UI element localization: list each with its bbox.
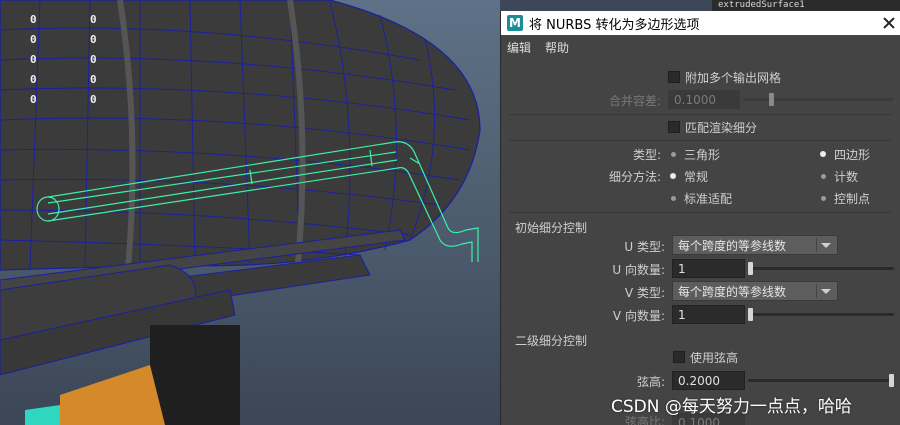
- type-option-label: 三角形: [684, 147, 721, 162]
- use-chord-height-label: 使用弦高: [690, 350, 739, 365]
- hud-stat: 0: [30, 13, 37, 26]
- attach-multiple-checkbox[interactable]: [668, 71, 680, 83]
- u-count-field[interactable]: 1: [672, 259, 745, 278]
- match-render-label: 匹配渲染细分: [685, 120, 758, 135]
- v-count-label: V 向数量:: [612, 309, 665, 323]
- u-count-label: U 向数量:: [612, 263, 665, 277]
- type-label: 类型:: [632, 148, 661, 162]
- hud-stats-column-1: 0 0 0 0 0: [30, 10, 37, 110]
- separator: [509, 114, 892, 115]
- hud-stat: 0: [90, 53, 97, 66]
- u-type-dropdown[interactable]: 每个跨度的等参线数: [672, 235, 838, 255]
- type-radio-triangle[interactable]: 三角形: [668, 145, 720, 163]
- hud-stat: 0: [90, 33, 97, 46]
- hud-stat: 0: [90, 73, 97, 86]
- nurbs-to-polygons-dialog: M 将 NURBS 转化为多边形选项 编辑 帮助 附加多个输出网格 合并容差: …: [500, 11, 900, 425]
- hud-stat: 0: [30, 93, 37, 106]
- attach-multiple-label: 附加多个输出网格: [685, 70, 782, 85]
- use-chord-height-checkbox-row[interactable]: 使用弦高: [673, 348, 738, 366]
- tess-option-label: 控制点: [834, 191, 871, 206]
- tess-option-label: 计数: [834, 169, 859, 184]
- menu-edit[interactable]: 编辑: [507, 39, 531, 56]
- tess-option-label: 常规: [684, 169, 709, 184]
- slider-thumb[interactable]: [748, 262, 753, 275]
- radio-icon[interactable]: [668, 149, 678, 159]
- separator: [509, 140, 892, 141]
- v-count-field[interactable]: 1: [672, 305, 745, 324]
- chevron-down-icon: [821, 243, 831, 248]
- tess-radio-control-points[interactable]: 控制点: [818, 189, 870, 207]
- radio-icon[interactable]: [818, 171, 828, 181]
- dialog-titlebar[interactable]: M 将 NURBS 转化为多边形选项: [501, 11, 900, 35]
- v-type-value: 每个跨度的等参线数: [678, 284, 787, 299]
- u-type-label: U 类型:: [624, 240, 665, 254]
- dialog-menubar: 编辑 帮助: [501, 35, 900, 59]
- use-chord-height-checkbox[interactable]: [673, 351, 685, 363]
- tess-radio-general[interactable]: 常规: [668, 167, 708, 185]
- slider-thumb[interactable]: [889, 374, 894, 387]
- csdn-watermark: CSDN @每天努力一点点，哈哈: [611, 397, 852, 417]
- radio-icon[interactable]: [818, 193, 828, 203]
- close-icon[interactable]: [882, 16, 896, 30]
- dialog-title: 将 NURBS 转化为多边形选项: [529, 17, 700, 33]
- v-type-dropdown[interactable]: 每个跨度的等参线数: [672, 281, 838, 301]
- initial-tessellation-section-title: 初始细分控制: [515, 221, 588, 235]
- merge-tolerance-field[interactable]: 0.1000: [668, 90, 740, 109]
- radio-icon[interactable]: [668, 193, 678, 203]
- chord-height-slider[interactable]: [748, 371, 894, 390]
- tess-radio-count[interactable]: 计数: [818, 167, 858, 185]
- v-type-label: V 类型:: [624, 286, 665, 300]
- slider-thumb[interactable]: [748, 308, 753, 321]
- merge-tolerance-slider[interactable]: [743, 90, 893, 109]
- type-option-label: 四边形: [834, 147, 871, 162]
- attach-multiple-checkbox-row[interactable]: 附加多个输出网格: [668, 68, 781, 86]
- v-count-slider[interactable]: [748, 305, 894, 324]
- hud-stat: 0: [90, 13, 97, 26]
- separator: [509, 212, 892, 213]
- chord-height-label: 弦高:: [636, 375, 665, 389]
- type-radio-quad[interactable]: 四边形: [818, 145, 870, 163]
- radio-icon-selected[interactable]: [668, 171, 678, 181]
- radio-icon-selected[interactable]: [818, 149, 828, 159]
- menu-help[interactable]: 帮助: [545, 39, 569, 56]
- hud-stats-column-2: 0 0 0 0 0: [90, 10, 97, 110]
- match-render-checkbox-row[interactable]: 匹配渲染细分: [668, 118, 757, 136]
- chevron-down-icon: [821, 289, 831, 294]
- tess-radio-standard-fit[interactable]: 标准适配: [668, 189, 732, 207]
- hud-stat: 0: [30, 73, 37, 86]
- tess-option-label: 标准适配: [684, 191, 733, 206]
- hud-stat: 0: [30, 53, 37, 66]
- merge-tolerance-label: 合并容差:: [608, 94, 661, 108]
- match-render-checkbox[interactable]: [668, 121, 680, 133]
- chord-height-field[interactable]: 0.2000: [672, 371, 745, 390]
- maya-app-icon: M: [507, 15, 523, 31]
- secondary-tessellation-section-title: 二级细分控制: [515, 334, 588, 348]
- outliner-item[interactable]: extrudedSurface1: [712, 0, 900, 11]
- 3d-viewport[interactable]: 0 0 0 0 0 0 0 0 0 0: [0, 0, 500, 425]
- u-count-slider[interactable]: [748, 259, 894, 278]
- tess-method-label: 细分方法:: [608, 170, 661, 184]
- slider-thumb[interactable]: [769, 93, 774, 106]
- hud-stat: 0: [30, 33, 37, 46]
- hud-stat: 0: [90, 93, 97, 106]
- u-type-value: 每个跨度的等参线数: [678, 238, 787, 253]
- scene-render[interactable]: [0, 0, 500, 425]
